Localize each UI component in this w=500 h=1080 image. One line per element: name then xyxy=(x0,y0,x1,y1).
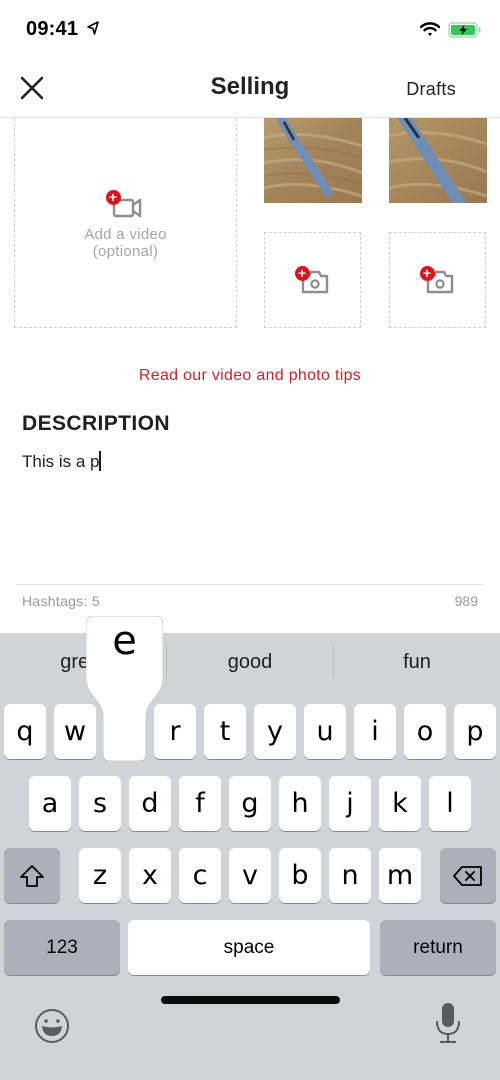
return-key[interactable]: return xyxy=(380,920,496,975)
photo-thumbnail[interactable] xyxy=(389,118,487,203)
key-d[interactable]: d xyxy=(129,776,171,831)
description-text: This is a p xyxy=(22,452,100,471)
remaining-char-count: 989 xyxy=(454,593,478,609)
key-press-popup: e xyxy=(86,616,163,761)
space-key[interactable]: space xyxy=(128,920,370,975)
photo-thumbnail[interactable] xyxy=(264,118,362,203)
add-photo-icon: + xyxy=(419,264,456,296)
key-i[interactable]: i xyxy=(354,704,396,759)
shift-icon xyxy=(20,864,44,887)
key-g[interactable]: g xyxy=(229,776,271,831)
suggestion-bar: great good fun xyxy=(0,633,500,695)
key-a[interactable]: a xyxy=(29,776,71,831)
battery-charging-icon xyxy=(448,22,481,38)
key-l[interactable]: l xyxy=(429,776,471,831)
emoji-icon[interactable] xyxy=(33,1007,71,1045)
shift-key[interactable] xyxy=(4,848,60,903)
key-r[interactable]: r xyxy=(154,704,196,759)
key-u[interactable]: u xyxy=(304,704,346,759)
drafts-button[interactable]: Drafts xyxy=(406,79,456,100)
backspace-icon xyxy=(453,865,482,886)
key-s[interactable]: s xyxy=(79,776,121,831)
key-j[interactable]: j xyxy=(329,776,371,831)
key-z[interactable]: z xyxy=(79,848,121,903)
key-n[interactable]: n xyxy=(329,848,371,903)
key-m[interactable]: m xyxy=(379,848,421,903)
suggestion-item[interactable]: good xyxy=(167,651,333,674)
media-section: + Add a video (optional) + + xyxy=(0,118,500,348)
key-w[interactable]: w xyxy=(54,704,96,759)
key-p[interactable]: p xyxy=(454,704,496,759)
key-y[interactable]: y xyxy=(254,704,296,759)
popup-letter: e xyxy=(112,618,137,664)
plus-badge: + xyxy=(294,266,310,281)
plus-badge: + xyxy=(419,266,435,281)
status-bar: 09:41 xyxy=(0,0,500,60)
description-divider xyxy=(16,584,484,585)
key-o[interactable]: o xyxy=(404,704,446,759)
video-label-line1: Add a video xyxy=(84,226,167,243)
plus-badge: + xyxy=(105,190,121,205)
key-x[interactable]: x xyxy=(129,848,171,903)
add-video-slot[interactable]: + Add a video (optional) xyxy=(14,118,237,328)
key-k[interactable]: k xyxy=(379,776,421,831)
text-caret xyxy=(99,451,102,471)
location-arrow-icon xyxy=(87,21,99,35)
backspace-key[interactable] xyxy=(440,848,496,903)
keyboard: great good fun 123 space return e q w r … xyxy=(0,616,500,1080)
key-h[interactable]: h xyxy=(279,776,321,831)
add-photo-slot[interactable]: + xyxy=(389,232,486,328)
wifi-icon xyxy=(420,22,440,36)
nav-bar: Selling Drafts xyxy=(0,60,500,118)
description-input[interactable]: This is a p xyxy=(22,451,478,571)
key-f[interactable]: f xyxy=(179,776,221,831)
key-c[interactable]: c xyxy=(179,848,221,903)
key-v[interactable]: v xyxy=(229,848,271,903)
add-photo-slot[interactable]: + xyxy=(264,232,361,328)
key-t[interactable]: t xyxy=(204,704,246,759)
microphone-icon[interactable] xyxy=(434,1001,462,1045)
photo-tips-link[interactable]: Read our video and photo tips xyxy=(0,367,500,385)
add-video-icon: + xyxy=(105,190,146,222)
video-label-line2: (optional) xyxy=(92,243,159,260)
hashtags-count: Hashtags: 5 xyxy=(22,593,101,609)
key-q[interactable]: q xyxy=(4,704,46,759)
numbers-key[interactable]: 123 xyxy=(4,920,120,975)
status-time: 09:41 xyxy=(26,18,79,40)
key-b[interactable]: b xyxy=(279,848,321,903)
description-heading: DESCRIPTION xyxy=(22,412,170,435)
home-indicator[interactable] xyxy=(161,996,340,1004)
add-photo-icon: + xyxy=(294,264,331,296)
suggestion-item[interactable]: fun xyxy=(334,651,500,674)
